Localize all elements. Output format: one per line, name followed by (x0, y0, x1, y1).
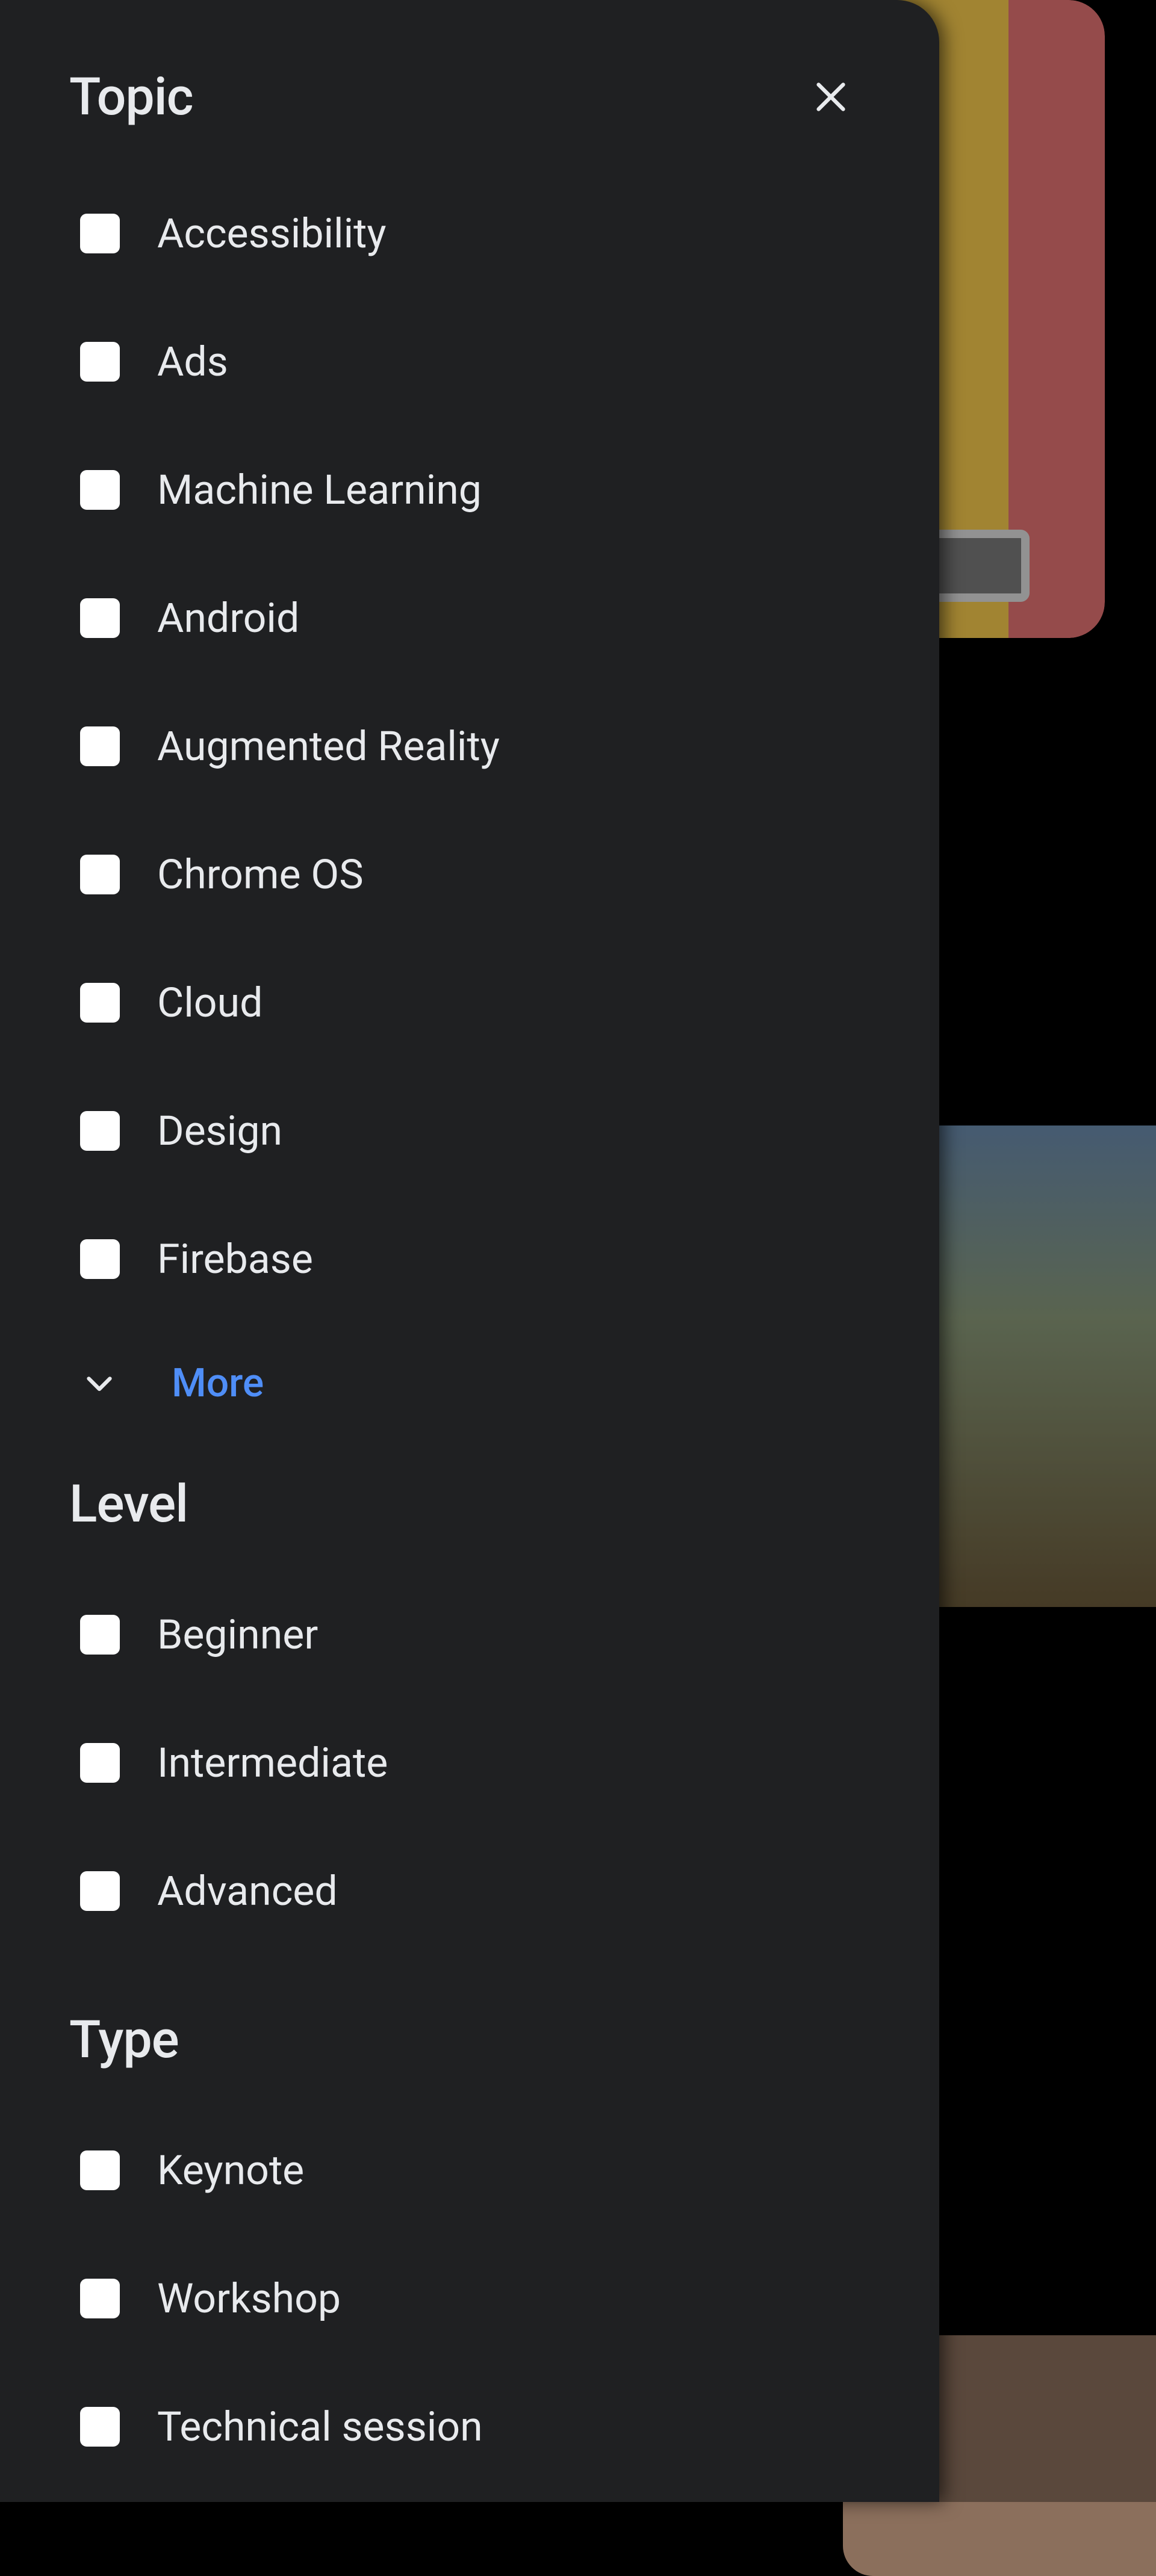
checkbox[interactable] (80, 855, 120, 894)
checkbox[interactable] (80, 1111, 120, 1151)
filter-item-accessibility[interactable]: Accessibility (69, 169, 867, 297)
filter-item-design[interactable]: Design (69, 1067, 867, 1195)
checkbox[interactable] (80, 470, 120, 510)
checkbox[interactable] (80, 2150, 120, 2190)
filter-label: Intermediate (157, 1739, 388, 1787)
checkbox[interactable] (80, 983, 120, 1023)
filter-item-intermediate[interactable]: Intermediate (69, 1698, 867, 1827)
filter-item-augmented-reality[interactable]: Augmented Reality (69, 682, 867, 810)
filter-label: Technical session (157, 2403, 483, 2451)
chevron-down-icon (75, 1359, 123, 1407)
filter-item-chrome-os[interactable]: Chrome OS (69, 810, 867, 938)
filter-label: Design (157, 1107, 282, 1155)
filter-item-cloud[interactable]: Cloud (69, 938, 867, 1067)
checkbox[interactable] (80, 1743, 120, 1783)
topic-filter-list: Accessibility Ads Machine Learning Andro… (69, 169, 867, 1323)
type-filter-list: Keynote Workshop Technical session (69, 2106, 867, 2491)
filter-item-keynote[interactable]: Keynote (69, 2106, 867, 2234)
filter-drawer: Topic Accessibility Ads Machine Learning (0, 0, 939, 2502)
checkbox[interactable] (80, 1239, 120, 1279)
filter-item-workshop[interactable]: Workshop (69, 2234, 867, 2362)
checkbox[interactable] (80, 726, 120, 766)
filter-label: Chrome OS (157, 850, 364, 899)
more-label: More (172, 1360, 264, 1407)
close-icon (810, 76, 852, 118)
filter-label: Firebase (157, 1235, 313, 1283)
level-filter-list: Beginner Intermediate Advanced (69, 1570, 867, 1955)
filter-item-android[interactable]: Android (69, 554, 867, 682)
filter-label: Workshop (157, 2274, 341, 2323)
filter-label: Augmented Reality (157, 722, 500, 770)
checkbox[interactable] (80, 342, 120, 382)
checkbox[interactable] (80, 214, 120, 253)
filter-label: Keynote (157, 2146, 304, 2194)
filter-item-machine-learning[interactable]: Machine Learning (69, 426, 867, 554)
checkbox[interactable] (80, 2279, 120, 2318)
filter-label: Advanced (157, 1867, 338, 1915)
filter-label: Android (157, 594, 299, 642)
checkbox[interactable] (80, 1615, 120, 1655)
filter-item-beginner[interactable]: Beginner (69, 1570, 867, 1698)
checkbox[interactable] (80, 1871, 120, 1911)
filter-item-advanced[interactable]: Advanced (69, 1827, 867, 1955)
filter-label: Ads (157, 338, 228, 386)
close-button[interactable] (807, 73, 855, 121)
section-title-topic: Topic (69, 66, 193, 127)
filter-label: Beginner (157, 1611, 318, 1659)
filter-item-firebase[interactable]: Firebase (69, 1195, 867, 1323)
more-topics-button[interactable]: More (69, 1323, 867, 1443)
section-title-level: Level (69, 1473, 867, 1534)
section-title-type: Type (69, 2009, 867, 2070)
checkbox[interactable] (80, 2407, 120, 2447)
filter-label: Accessibility (157, 209, 387, 258)
filter-label: Cloud (157, 979, 263, 1027)
filter-item-ads[interactable]: Ads (69, 297, 867, 426)
filter-label: Machine Learning (157, 466, 482, 514)
filter-item-technical-session[interactable]: Technical session (69, 2362, 867, 2491)
checkbox[interactable] (80, 598, 120, 638)
